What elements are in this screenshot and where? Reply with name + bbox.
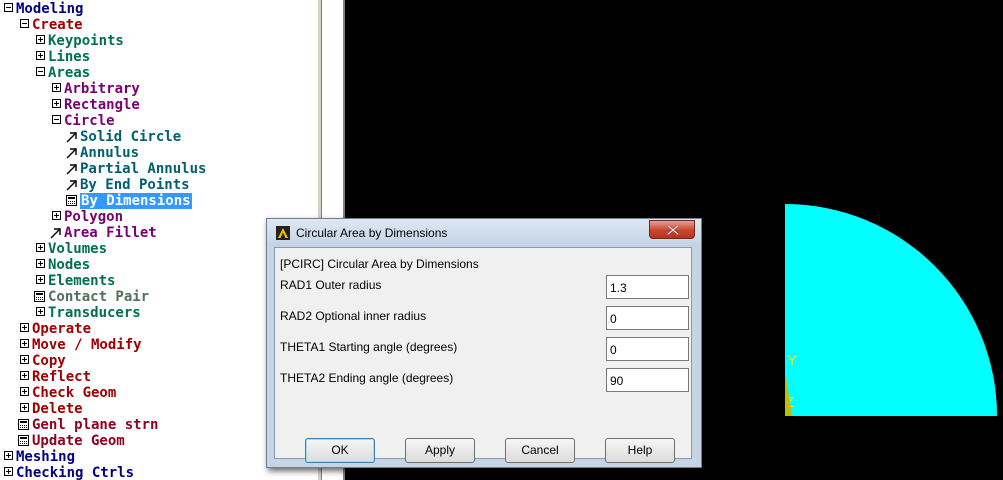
- expand-plus-icon[interactable]: [20, 403, 29, 412]
- picking-arrow-icon: [66, 163, 78, 175]
- tree-item-label: Operate: [32, 321, 92, 337]
- close-button[interactable]: [649, 220, 695, 239]
- expand-plus-icon[interactable]: [4, 467, 13, 476]
- close-icon: [667, 225, 679, 235]
- tree-item-label: Transducers: [48, 305, 141, 321]
- rad1-label: RAD1 Outer radius: [280, 278, 382, 292]
- collapse-minus-icon[interactable]: [52, 115, 61, 124]
- cancel-button[interactable]: Cancel: [505, 438, 575, 463]
- tree-item-label: Annulus: [80, 145, 140, 161]
- collapse-minus-icon[interactable]: [36, 67, 45, 76]
- ok-button[interactable]: OK: [305, 438, 375, 463]
- picking-arrow-icon: [66, 179, 78, 191]
- tree-item-label: Circle: [64, 113, 115, 129]
- tree-item-label: Meshing: [16, 449, 76, 465]
- dialog-box-icon: [18, 435, 29, 446]
- picking-arrow-icon: [50, 227, 62, 239]
- tree-item-label: Area Fillet: [64, 225, 157, 241]
- dialog-title: Circular Area by Dimensions: [296, 226, 448, 240]
- tree-item-label: Rectangle: [64, 97, 140, 113]
- tree-item-label: Update Geom: [32, 433, 125, 449]
- tree-item-label: Delete: [32, 401, 83, 417]
- expand-plus-icon[interactable]: [20, 339, 29, 348]
- expand-plus-icon[interactable]: [20, 355, 29, 364]
- tree-item-label: Contact Pair: [48, 289, 150, 305]
- dialog-box-icon: [66, 195, 77, 206]
- expand-plus-icon[interactable]: [36, 307, 45, 316]
- tree-item-label: Reflect: [32, 369, 92, 385]
- triad-axis-icon: [785, 370, 792, 416]
- help-button[interactable]: Help: [605, 438, 675, 463]
- apply-button[interactable]: Apply: [405, 438, 475, 463]
- tree-item-label: Check Geom: [32, 385, 117, 401]
- tree-item-label: Polygon: [64, 209, 124, 225]
- expand-plus-icon[interactable]: [20, 323, 29, 332]
- triad-x-label: X: [828, 394, 839, 411]
- tree-item-label: Partial Annulus: [80, 161, 207, 177]
- dialog-heading: [PCIRC] Circular Area by Dimensions: [280, 257, 479, 271]
- tree-item-label: By End Points: [80, 177, 190, 193]
- expand-plus-icon[interactable]: [36, 275, 45, 284]
- expand-plus-icon[interactable]: [36, 243, 45, 252]
- rad2-input[interactable]: 0: [606, 306, 689, 330]
- tree-item-label: Solid Circle: [80, 129, 182, 145]
- tree-item-label: Areas: [48, 65, 91, 81]
- tree-item-label: Nodes: [48, 257, 91, 273]
- tree-item-label: Move / Modify: [32, 337, 142, 353]
- collapse-minus-icon[interactable]: [20, 19, 29, 28]
- theta1-input[interactable]: 0: [606, 337, 689, 361]
- collapse-minus-icon[interactable]: [4, 3, 13, 12]
- circular-area-dialog: Circular Area by Dimensions [PCIRC] Circ…: [266, 218, 702, 468]
- tree-item-label: Create: [32, 17, 83, 33]
- expand-plus-icon[interactable]: [36, 51, 45, 60]
- theta1-label: THETA1 Starting angle (degrees): [280, 340, 458, 354]
- expand-plus-icon[interactable]: [52, 99, 61, 108]
- tree-item-label: Genl plane strn: [32, 417, 159, 433]
- tree-item-label: Modeling: [16, 1, 84, 17]
- tree-item-label: Checking Ctrls: [16, 465, 135, 480]
- dialog-body: [PCIRC] Circular Area by Dimensions RAD1…: [274, 247, 692, 463]
- expand-plus-icon[interactable]: [36, 259, 45, 268]
- tree-item-label: Lines: [48, 49, 91, 65]
- tree-item-label: Arbitrary: [64, 81, 140, 97]
- expand-plus-icon[interactable]: [52, 211, 61, 220]
- theta2-label: THETA2 Ending angle (degrees): [280, 371, 454, 385]
- rad2-label: RAD2 Optional inner radius: [280, 309, 427, 323]
- tree-item-label: Copy: [32, 353, 66, 369]
- rad1-input[interactable]: 1.3: [606, 275, 689, 299]
- tree-item-label: Keypoints: [48, 33, 124, 49]
- dialog-box-icon: [18, 419, 29, 430]
- quarter-circle-area: [785, 204, 997, 416]
- tree-item-label: Elements: [48, 273, 116, 289]
- dialog-box-icon: [34, 291, 45, 302]
- theta2-input[interactable]: 90: [606, 368, 689, 392]
- expand-plus-icon[interactable]: [52, 83, 61, 92]
- expand-plus-icon[interactable]: [20, 371, 29, 380]
- expand-plus-icon[interactable]: [36, 35, 45, 44]
- picking-arrow-icon: [66, 131, 78, 143]
- tree-item-label: Volumes: [48, 241, 108, 257]
- expand-plus-icon[interactable]: [20, 387, 29, 396]
- expand-plus-icon[interactable]: [4, 451, 13, 460]
- dialog-titlebar[interactable]: Circular Area by Dimensions: [267, 219, 701, 247]
- tree-item-label: By Dimensions: [80, 193, 192, 209]
- picking-arrow-icon: [66, 147, 78, 159]
- ansys-logo-icon: [276, 226, 290, 240]
